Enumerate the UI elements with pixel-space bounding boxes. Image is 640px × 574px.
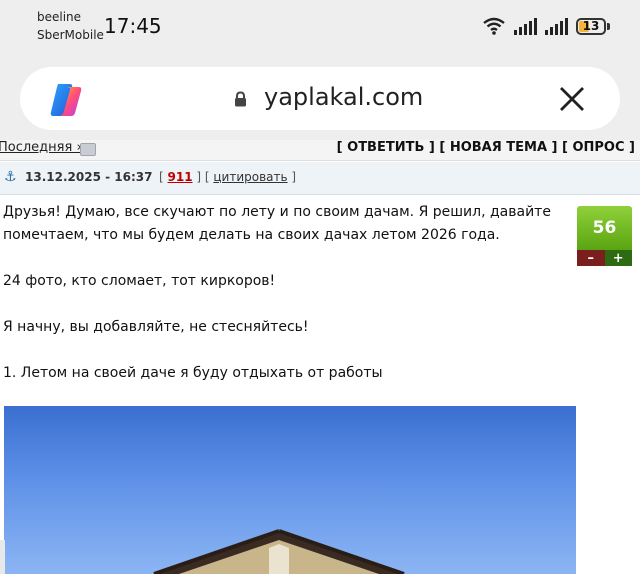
rating-widget: 56 – +: [577, 206, 632, 266]
browser-toolbar: yaplakal.com: [0, 56, 640, 140]
post-photo[interactable]: [4, 406, 576, 574]
status-time: 17:45: [104, 14, 162, 38]
mail-icon[interactable]: [80, 143, 96, 156]
status-bar: beeline SberMobile 17:45 13: [0, 0, 640, 56]
anchor-icon[interactable]: ⚓: [4, 169, 17, 185]
house-roof-illustration: [153, 529, 405, 574]
wifi-icon: [483, 17, 505, 35]
post-header: ⚓ 13.12.2025 - 16:37 [ 911 ] [ цитироват…: [0, 162, 640, 195]
carrier-name-secondary: SberMobile: [37, 28, 104, 42]
last-page-link[interactable]: Последняя »: [0, 140, 84, 155]
quote-link[interactable]: цитировать: [213, 170, 287, 184]
post-paragraph: 24 фото, кто сломает, тот киркоров!: [3, 273, 276, 289]
left-edge-element: [0, 540, 5, 574]
rating-value: 56: [577, 206, 632, 250]
signal-icon: [514, 17, 537, 35]
copilot-icon[interactable]: [46, 81, 86, 119]
url-text[interactable]: yaplakal.com: [264, 83, 423, 111]
post-body: Друзья! Думаю, все скучают по лету и по …: [3, 201, 563, 385]
close-icon[interactable]: [556, 83, 588, 115]
carrier-name: beeline: [37, 10, 82, 24]
post-paragraph: Я начну, вы добавляйте, не стесняйтесь!: [3, 319, 309, 335]
status-icons: 13: [482, 14, 610, 38]
topic-actions[interactable]: [ ОТВЕТИТЬ ] [ НОВАЯ ТЕМА ] [ ОПРОС ]: [337, 140, 635, 155]
address-bar[interactable]: yaplakal.com: [20, 67, 620, 130]
battery-tip: [607, 22, 610, 30]
post-number-link[interactable]: 911: [168, 170, 193, 184]
post-meta: [ 911 ] [ цитировать ]: [159, 170, 297, 184]
signal-icon: [545, 17, 568, 35]
rating-minus-button[interactable]: –: [577, 250, 605, 266]
post-paragraph: 1. Летом на своей даче я буду отдыхать о…: [3, 365, 383, 381]
battery-level: 13: [582, 19, 600, 33]
forum-nav: Последняя » [ ОТВЕТИТЬ ] [ НОВАЯ ТЕМА ] …: [0, 140, 640, 161]
post-paragraph: Друзья! Думаю, все скучают по лету и по …: [3, 204, 551, 243]
rating-plus-button[interactable]: +: [604, 250, 632, 266]
post-date: 13.12.2025 - 16:37: [25, 170, 153, 184]
battery-icon: 13: [576, 17, 606, 35]
lock-icon: [235, 91, 246, 107]
